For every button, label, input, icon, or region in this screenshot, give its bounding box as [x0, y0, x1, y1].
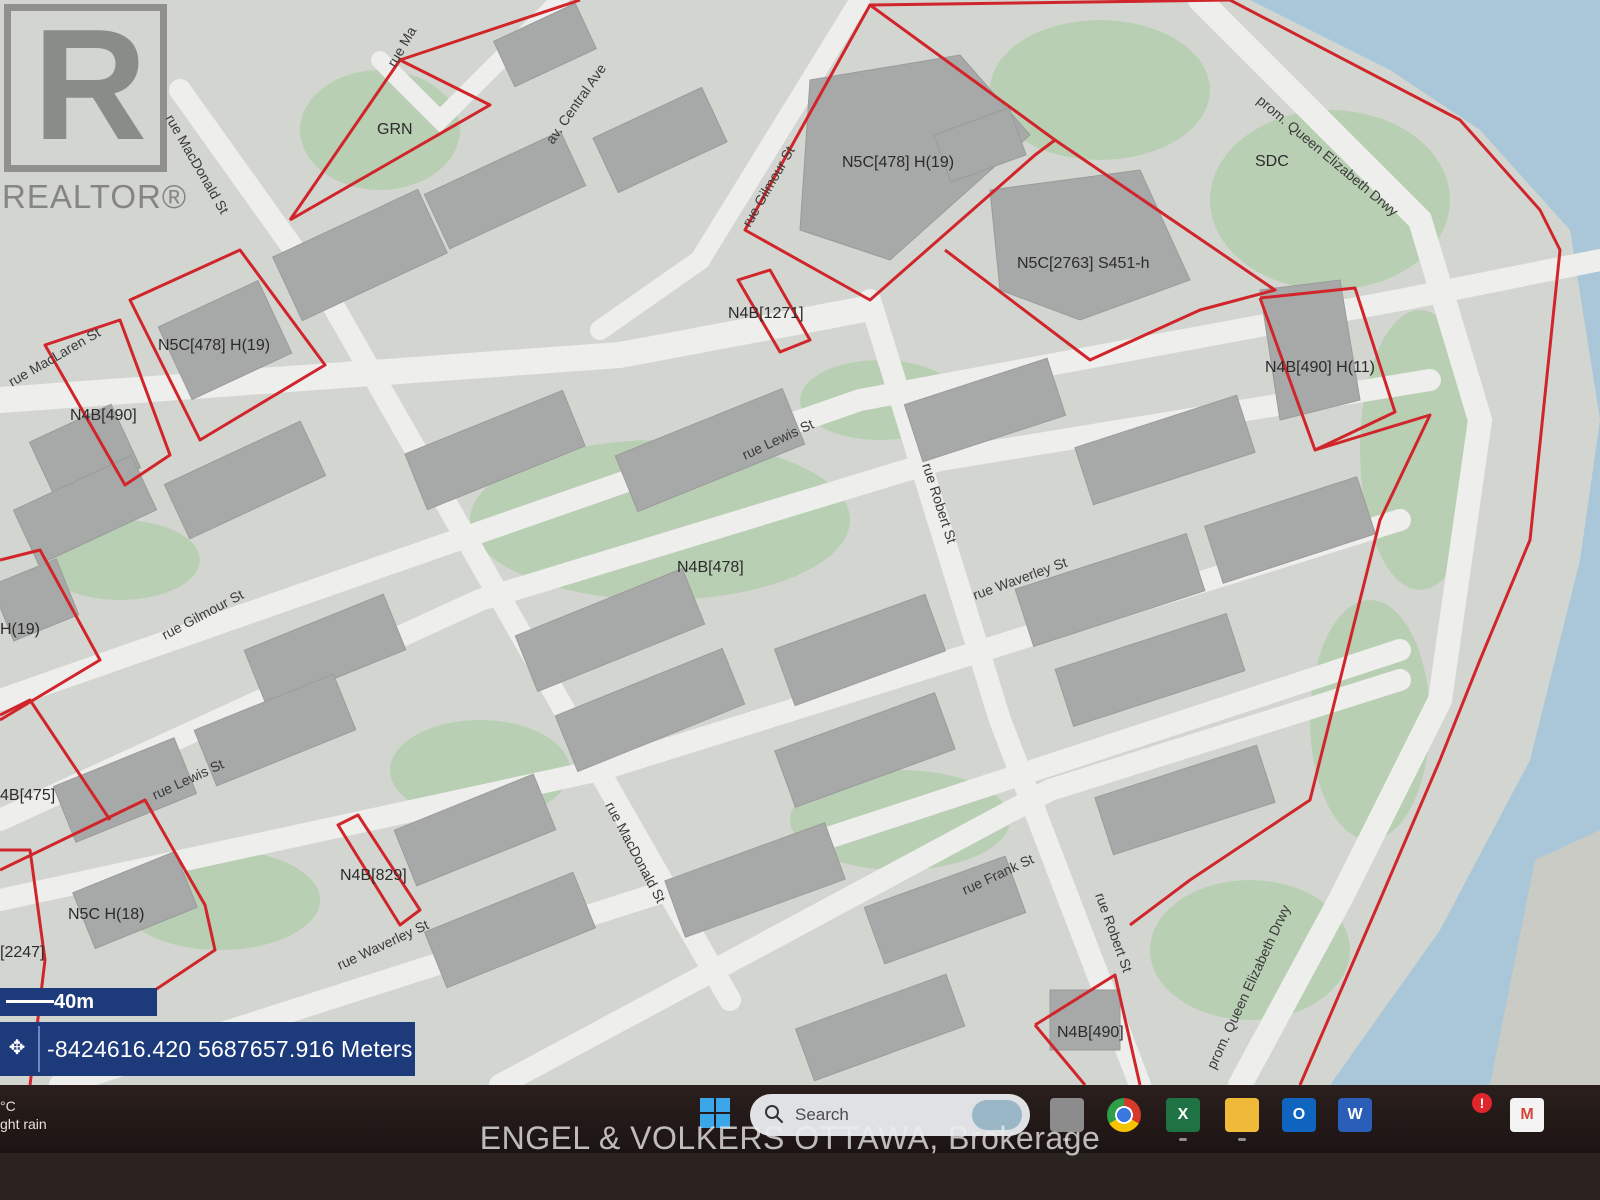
- map-scale-bar: 40m: [0, 988, 157, 1016]
- zone-label: [2247]: [0, 944, 44, 961]
- zone-label: N4B[490] H(11): [1265, 359, 1375, 376]
- zone-label: N4B[1271]: [728, 305, 804, 322]
- zone-label: N5C[478] H(19): [842, 154, 954, 171]
- scale-line: [6, 1000, 54, 1003]
- realtor-logo: R REALTOR®: [2, 0, 188, 215]
- screen: GRN N5C[478] H(19) SDC N5C[2763] S451-h …: [0, 0, 1600, 1200]
- weather-temp: °C: [0, 1098, 16, 1114]
- zone-label: N5C H(18): [68, 906, 144, 923]
- zoning-map[interactable]: GRN N5C[478] H(19) SDC N5C[2763] S451-h …: [0, 0, 1600, 1085]
- brokerage-watermark: ENGEL & VOLKERS OTTAWA, Brokerage: [479, 1120, 1101, 1156]
- divider: [38, 1026, 40, 1072]
- coordinate-text: -8424616.420 5687657.916 Meters: [47, 1036, 413, 1062]
- move-icon[interactable]: ✥: [6, 1037, 28, 1059]
- zone-label: H(19): [0, 621, 40, 638]
- notification-badge[interactable]: !: [1472, 1093, 1492, 1113]
- zone-label: GRN: [377, 121, 413, 138]
- zone-label: N4B[829]: [340, 867, 407, 884]
- zone-label: 4B[475]: [0, 787, 55, 804]
- zone-label: N5C[478] H(19): [158, 337, 270, 354]
- zone-label: N4B[490]: [70, 407, 137, 424]
- coordinate-readout: ✥ -8424616.420 5687657.916 Meters: [0, 1022, 415, 1076]
- zone-label: N4B[478]: [677, 559, 744, 576]
- zone-label: N4B[490]: [1057, 1024, 1124, 1041]
- scale-label: 40m: [54, 991, 95, 1013]
- zone-label: N5C[2763] S451-h: [1017, 255, 1150, 272]
- zone-label: SDC: [1255, 153, 1289, 170]
